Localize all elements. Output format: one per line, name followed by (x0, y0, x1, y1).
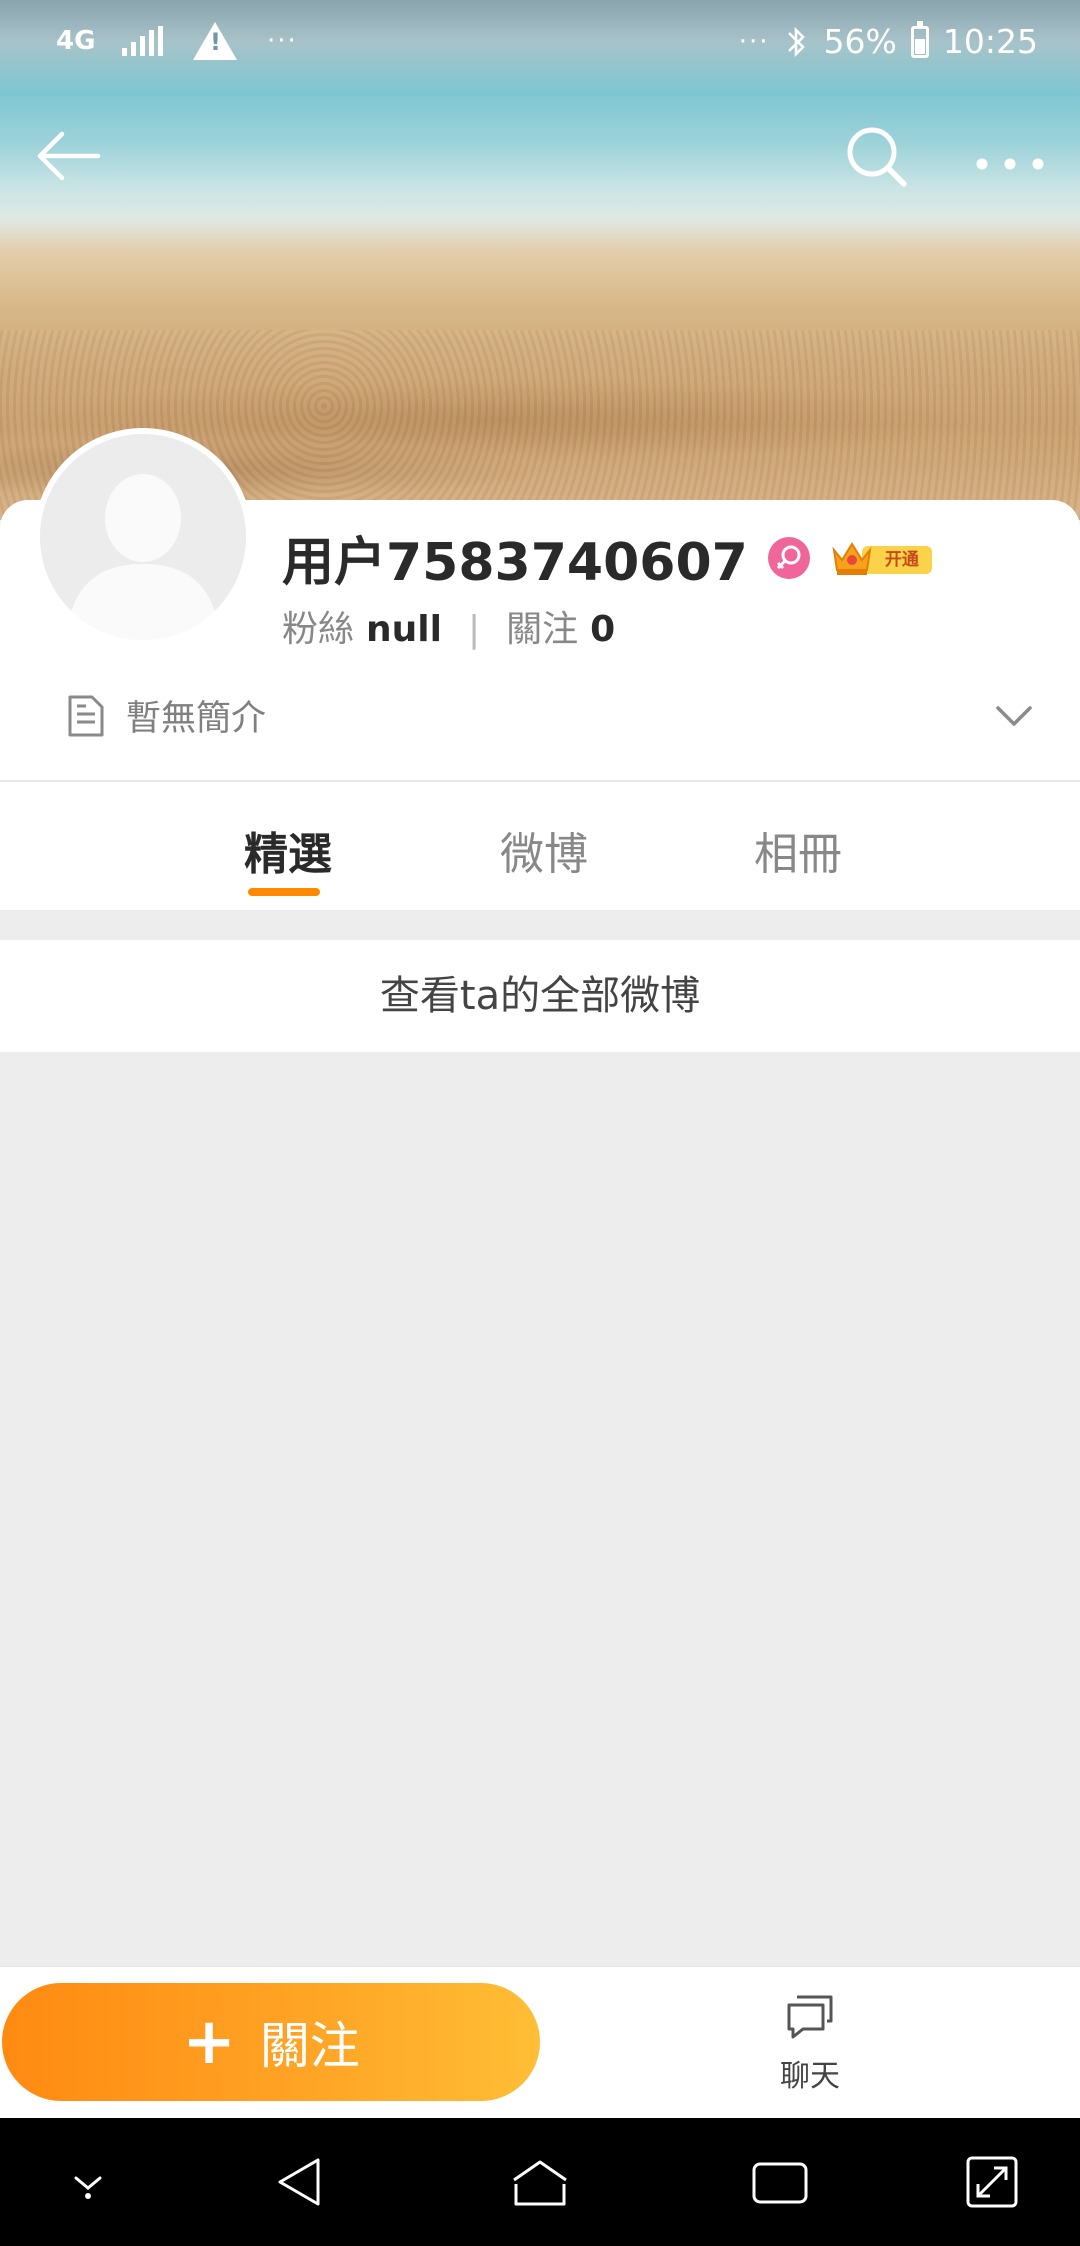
status-more-icon: ··· (738, 26, 770, 57)
recent-apps-icon[interactable] (748, 2150, 812, 2214)
tab-weibo[interactable]: 微博 (500, 818, 588, 882)
system-nav-bar (0, 2118, 1080, 2246)
followers-label[interactable]: 粉絲 (282, 600, 354, 652)
chat-bubble-icon (787, 1995, 833, 2039)
follow-label: 關注 (259, 2017, 360, 2075)
intro-row[interactable]: 暫無簡介 (66, 690, 266, 741)
plus-icon: + (182, 2005, 236, 2079)
network-type: 4G (56, 26, 96, 56)
bluetooth-icon (787, 26, 805, 57)
chat-button[interactable]: 聊天 (730, 1991, 890, 2101)
followers-count[interactable]: null (366, 609, 442, 650)
more-options-icon[interactable] (970, 120, 1050, 192)
view-all-weibo-link[interactable]: 查看ta的全部微博 (0, 940, 1080, 1052)
avatar[interactable] (34, 428, 252, 646)
female-gender-icon (767, 536, 810, 579)
top-nav-bar (0, 110, 1080, 200)
chat-label: 聊天 (780, 2059, 840, 2094)
follow-button[interactable]: + 關注 (2, 1983, 540, 2101)
signal-icon (122, 26, 163, 56)
username: 用户7583740607 (282, 533, 748, 593)
notification-more-icon: ··· (267, 26, 298, 56)
default-avatar-silhouette-icon (66, 474, 220, 640)
bottom-action-bar: + 關注 聊天 (0, 1966, 1080, 2118)
crown-icon (832, 541, 872, 575)
hide-nav-icon[interactable] (56, 2150, 120, 2214)
warning-icon (193, 22, 237, 60)
battery-percent: 56% (823, 22, 897, 61)
battery-icon (910, 20, 929, 58)
profile-tabs: 精選 微博 相冊 (0, 782, 1080, 910)
clock: 10:25 (942, 22, 1038, 61)
status-bar: 4G ··· ··· 56% 10:25 (0, 0, 1080, 90)
tab-album[interactable]: 相冊 (754, 818, 842, 882)
vip-open-badge[interactable]: 开通 (830, 536, 934, 580)
back-arrow-icon[interactable] (32, 120, 104, 192)
active-tab-indicator (248, 888, 320, 896)
search-icon[interactable] (840, 120, 912, 192)
tab-featured[interactable]: 精選 (244, 818, 332, 882)
document-icon (68, 695, 104, 736)
back-nav-icon[interactable] (270, 2150, 334, 2214)
intro-text: 暫無簡介 (126, 699, 267, 739)
following-count[interactable]: 0 (590, 609, 615, 650)
follow-stats: 粉絲 null | 關注 0 (282, 600, 615, 652)
following-label[interactable]: 關注 (506, 600, 578, 652)
screen-expand-icon[interactable] (960, 2150, 1024, 2214)
stats-divider: | (467, 609, 481, 650)
chevron-down-icon[interactable] (994, 702, 1034, 732)
home-nav-icon[interactable] (508, 2150, 572, 2214)
